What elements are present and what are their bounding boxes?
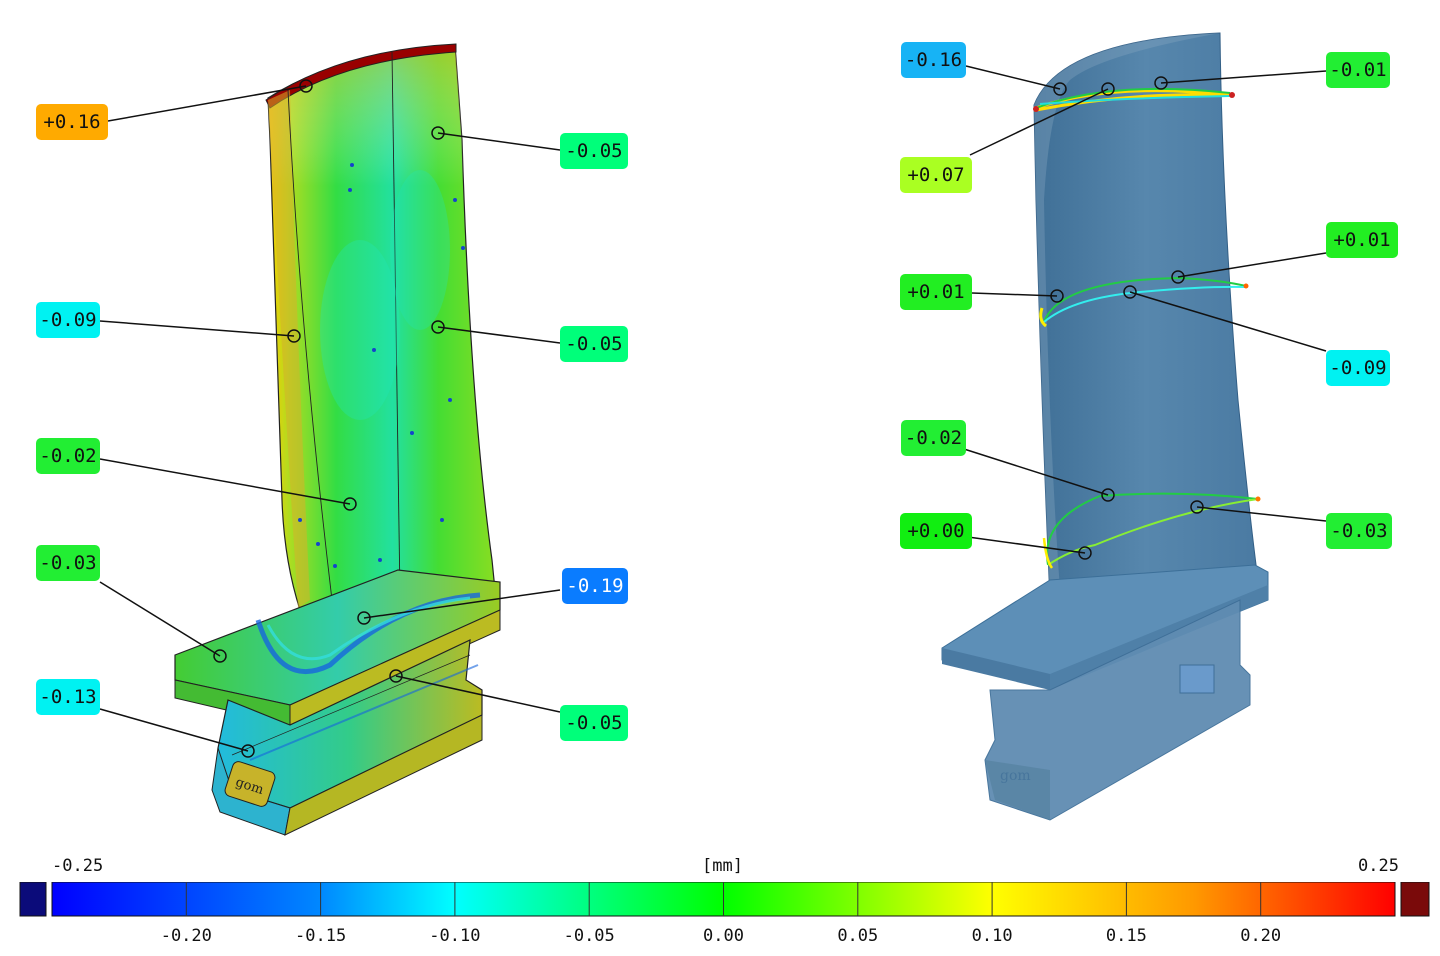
legend-tick-label: -0.05 — [563, 926, 615, 946]
svg-text:gom: gom — [1000, 768, 1031, 784]
deviation-label-tip-leading: +0.16 — [36, 104, 108, 140]
legend-max-label: 0.25 — [1358, 856, 1399, 876]
deviation-scene: gom gom — [99, 32, 1327, 836]
color-legend: -0.25 [mm] 0.25 -0.20 -0.15 -0.10 -0.05 0.00… — [0, 850, 1440, 956]
legend-over-swatch — [1400, 882, 1430, 917]
legend-tick-label: -0.10 — [429, 926, 481, 946]
deviation-label-lower-blade: -0.02 — [36, 438, 100, 474]
deviation-label-platform: -0.03 — [36, 545, 100, 581]
legend-tick-label: 0.15 — [1105, 926, 1147, 946]
deviation-label-fillet: -0.19 — [562, 568, 628, 604]
legend-tick-label: 0.20 — [1240, 926, 1282, 946]
deviation-label-neck: -0.05 — [560, 705, 628, 741]
section-label-low-suction: -0.02 — [901, 420, 966, 456]
legend-tick-label: 0.10 — [971, 926, 1013, 946]
section-label-top-leading: -0.16 — [901, 42, 966, 78]
section-label-mid-pressure: -0.09 — [1326, 350, 1390, 386]
section-label-top-suction: -0.01 — [1326, 52, 1390, 88]
section-label-low-trailing: -0.03 — [1326, 513, 1392, 549]
legend-min-label: -0.25 — [52, 856, 104, 876]
right-blade-sections: gom — [941, 32, 1269, 821]
legend-tick-label: 0.00 — [703, 926, 744, 946]
section-label-mid-suction: +0.01 — [1326, 222, 1398, 258]
section-label-mid-leading: +0.01 — [900, 274, 972, 310]
deviation-label-mid-leading: -0.09 — [36, 302, 100, 338]
legend-color-bar — [19, 882, 1430, 917]
legend-tick-label: -0.20 — [160, 926, 212, 946]
legend-tick-label: -0.15 — [295, 926, 347, 946]
section-label-top-pressure: +0.07 — [900, 157, 972, 193]
deviation-label-tip-pressure: -0.05 — [560, 133, 628, 169]
deviation-label-root: -0.13 — [36, 679, 100, 715]
left-blade-colormap: gom — [174, 43, 501, 836]
legend-under-swatch — [19, 882, 47, 917]
section-label-low-leading: +0.00 — [900, 513, 972, 549]
legend-tick-label: 0.05 — [837, 926, 879, 946]
legend-unit-label: [mm] — [702, 856, 743, 876]
deviation-label-mid-pressure: -0.05 — [560, 326, 628, 362]
